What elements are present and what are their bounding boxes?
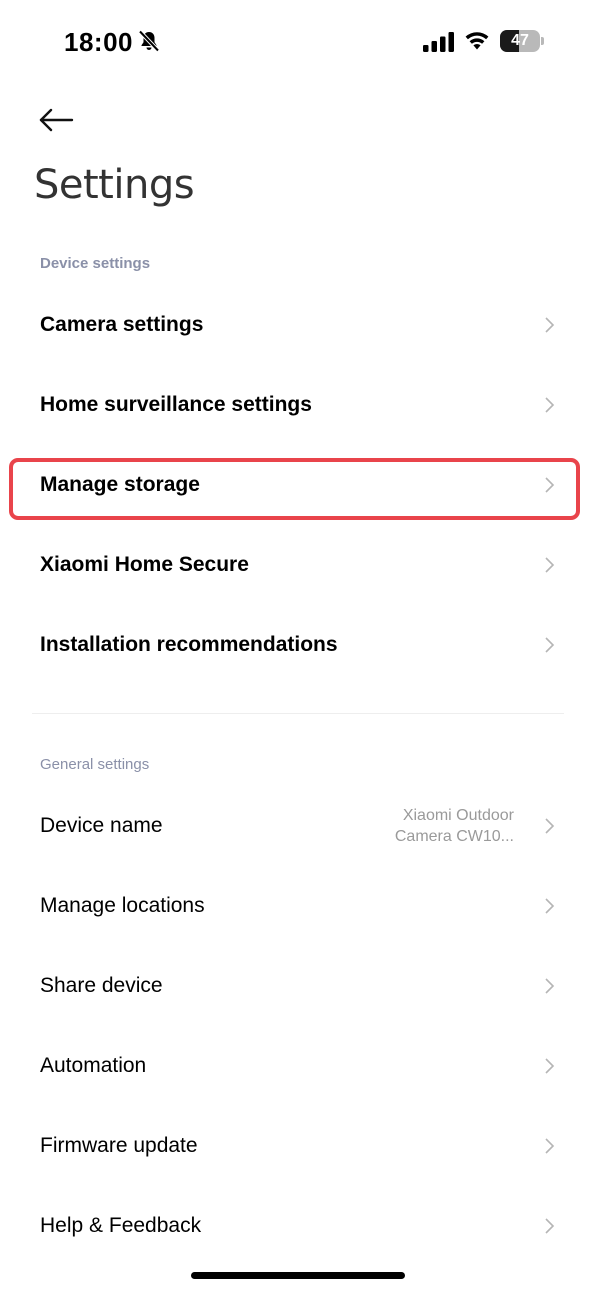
chevron-right-icon xyxy=(545,1058,555,1074)
chevron-right-icon xyxy=(545,818,555,834)
settings-item-xiaomi-home-secure[interactable]: Xiaomi Home Secure xyxy=(0,525,596,605)
settings-item-label: Help & Feedback xyxy=(40,1214,202,1237)
settings-item-firmware-update[interactable]: Firmware update xyxy=(0,1106,596,1186)
section-divider xyxy=(32,713,564,714)
settings-item-label: Xiaomi Home Secure xyxy=(40,553,249,576)
settings-item-installation-recommendations[interactable]: Installation recommendations xyxy=(0,605,596,685)
chevron-right-icon xyxy=(545,397,555,413)
bell-off-icon xyxy=(138,30,160,52)
settings-item-automation[interactable]: Automation xyxy=(0,1026,596,1106)
chevron-right-icon xyxy=(545,1218,555,1234)
battery-body: 47 xyxy=(500,30,540,52)
device-name-value: Xiaomi Outdoor Camera CW10... xyxy=(364,805,514,847)
home-indicator[interactable] xyxy=(191,1272,405,1279)
settings-item-help-feedback[interactable]: Help & Feedback xyxy=(0,1186,596,1266)
chevron-right-icon xyxy=(545,317,555,333)
settings-screen: 18:00 47 Settings Device settings Camera… xyxy=(0,0,596,1290)
chevron-right-icon xyxy=(545,557,555,573)
settings-item-label: Automation xyxy=(40,1054,147,1077)
device-name-value-line1: Xiaomi Outdoor xyxy=(402,807,514,824)
arrow-left-icon[interactable] xyxy=(34,102,78,138)
settings-item-camera-settings[interactable]: Camera settings xyxy=(0,285,596,365)
settings-item-label: Device name xyxy=(40,814,163,837)
battery-cap xyxy=(541,37,544,45)
chevron-right-icon xyxy=(545,978,555,994)
section-header-general-settings: General settings xyxy=(40,756,150,773)
settings-item-share-device[interactable]: Share device xyxy=(0,946,596,1026)
settings-item-label: Home surveillance settings xyxy=(40,393,312,416)
wifi-icon xyxy=(465,32,489,50)
settings-item-label: Firmware update xyxy=(40,1134,198,1157)
settings-item-label: Installation recommendations xyxy=(40,633,338,656)
settings-item-device-name[interactable]: Device name Xiaomi Outdoor Camera CW10..… xyxy=(0,786,596,866)
status-time: 18:00 xyxy=(64,27,133,57)
chevron-right-icon xyxy=(545,1138,555,1154)
page-title: Settings xyxy=(34,162,195,208)
settings-item-home-surveillance-settings[interactable]: Home surveillance settings xyxy=(0,365,596,445)
settings-item-label: Camera settings xyxy=(40,313,204,336)
battery-level: 47 xyxy=(511,32,529,49)
status-bar: 18:00 47 xyxy=(0,0,596,82)
chevron-right-icon xyxy=(545,637,555,653)
battery-icon: 47 xyxy=(500,30,544,52)
settings-item-manage-locations[interactable]: Manage locations xyxy=(0,866,596,946)
signal-icon xyxy=(423,32,454,52)
highlight-box-manage-storage xyxy=(9,458,580,520)
settings-item-label: Manage locations xyxy=(40,894,205,917)
chevron-right-icon xyxy=(545,898,555,914)
section-header-device-settings: Device settings xyxy=(40,255,151,272)
device-name-value-line2: Camera CW10... xyxy=(394,828,514,845)
settings-item-label: Share device xyxy=(40,974,163,997)
